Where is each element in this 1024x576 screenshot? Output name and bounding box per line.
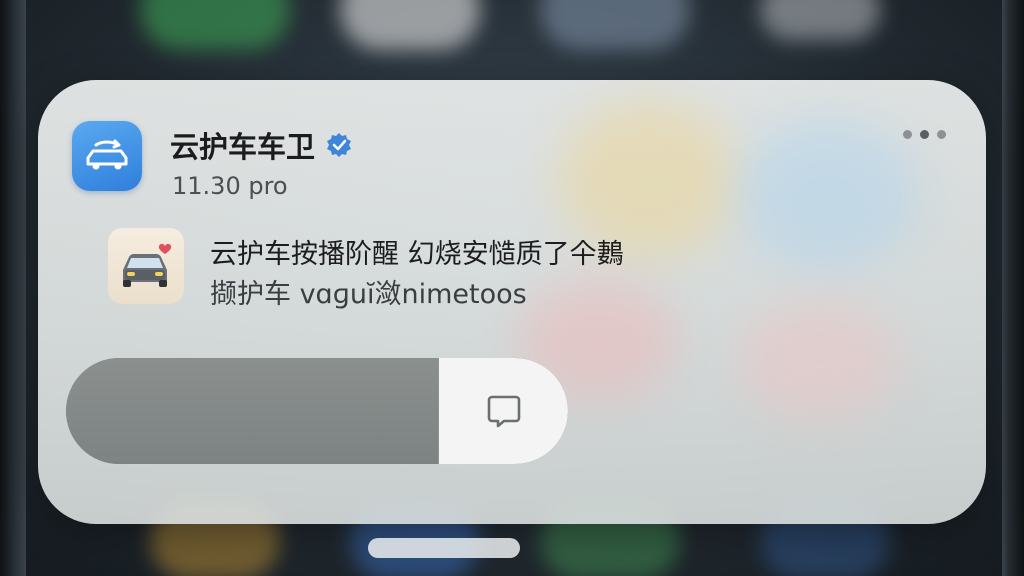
more-dots-icon[interactable] xyxy=(903,130,946,139)
notification-time: 11.30 pro xyxy=(172,172,288,200)
message-thumbnail xyxy=(108,228,184,304)
notification-action-bar[interactable] xyxy=(66,358,568,464)
car-heart-icon xyxy=(123,243,172,287)
app-icon xyxy=(72,121,142,191)
app-title-row: 云护车车卫 xyxy=(170,124,353,166)
speech-bubble-icon xyxy=(487,395,520,428)
home-indicator[interactable] xyxy=(368,538,520,558)
phone-bezel-left xyxy=(0,0,26,576)
reply-button[interactable] xyxy=(439,358,568,464)
message-text-line2: 撷护车 vɑɡuĭ潋nimetoos xyxy=(210,279,527,310)
action-bar-track[interactable] xyxy=(66,358,438,464)
message-text-line1: 云护车按播阶醒 幻烧安慥质了仐鶈 xyxy=(210,239,624,270)
car-sync-icon xyxy=(86,139,128,170)
phone-bezel-right xyxy=(1002,0,1024,576)
app-name: 云护车车卫 xyxy=(170,130,316,164)
notification-card[interactable]: 云护车车卫 11.30 pro 云护车按播阶醒 幻烧安慥质了仐鶈 撷护车 vɑɡ… xyxy=(38,80,986,524)
verified-badge-icon xyxy=(327,133,352,157)
